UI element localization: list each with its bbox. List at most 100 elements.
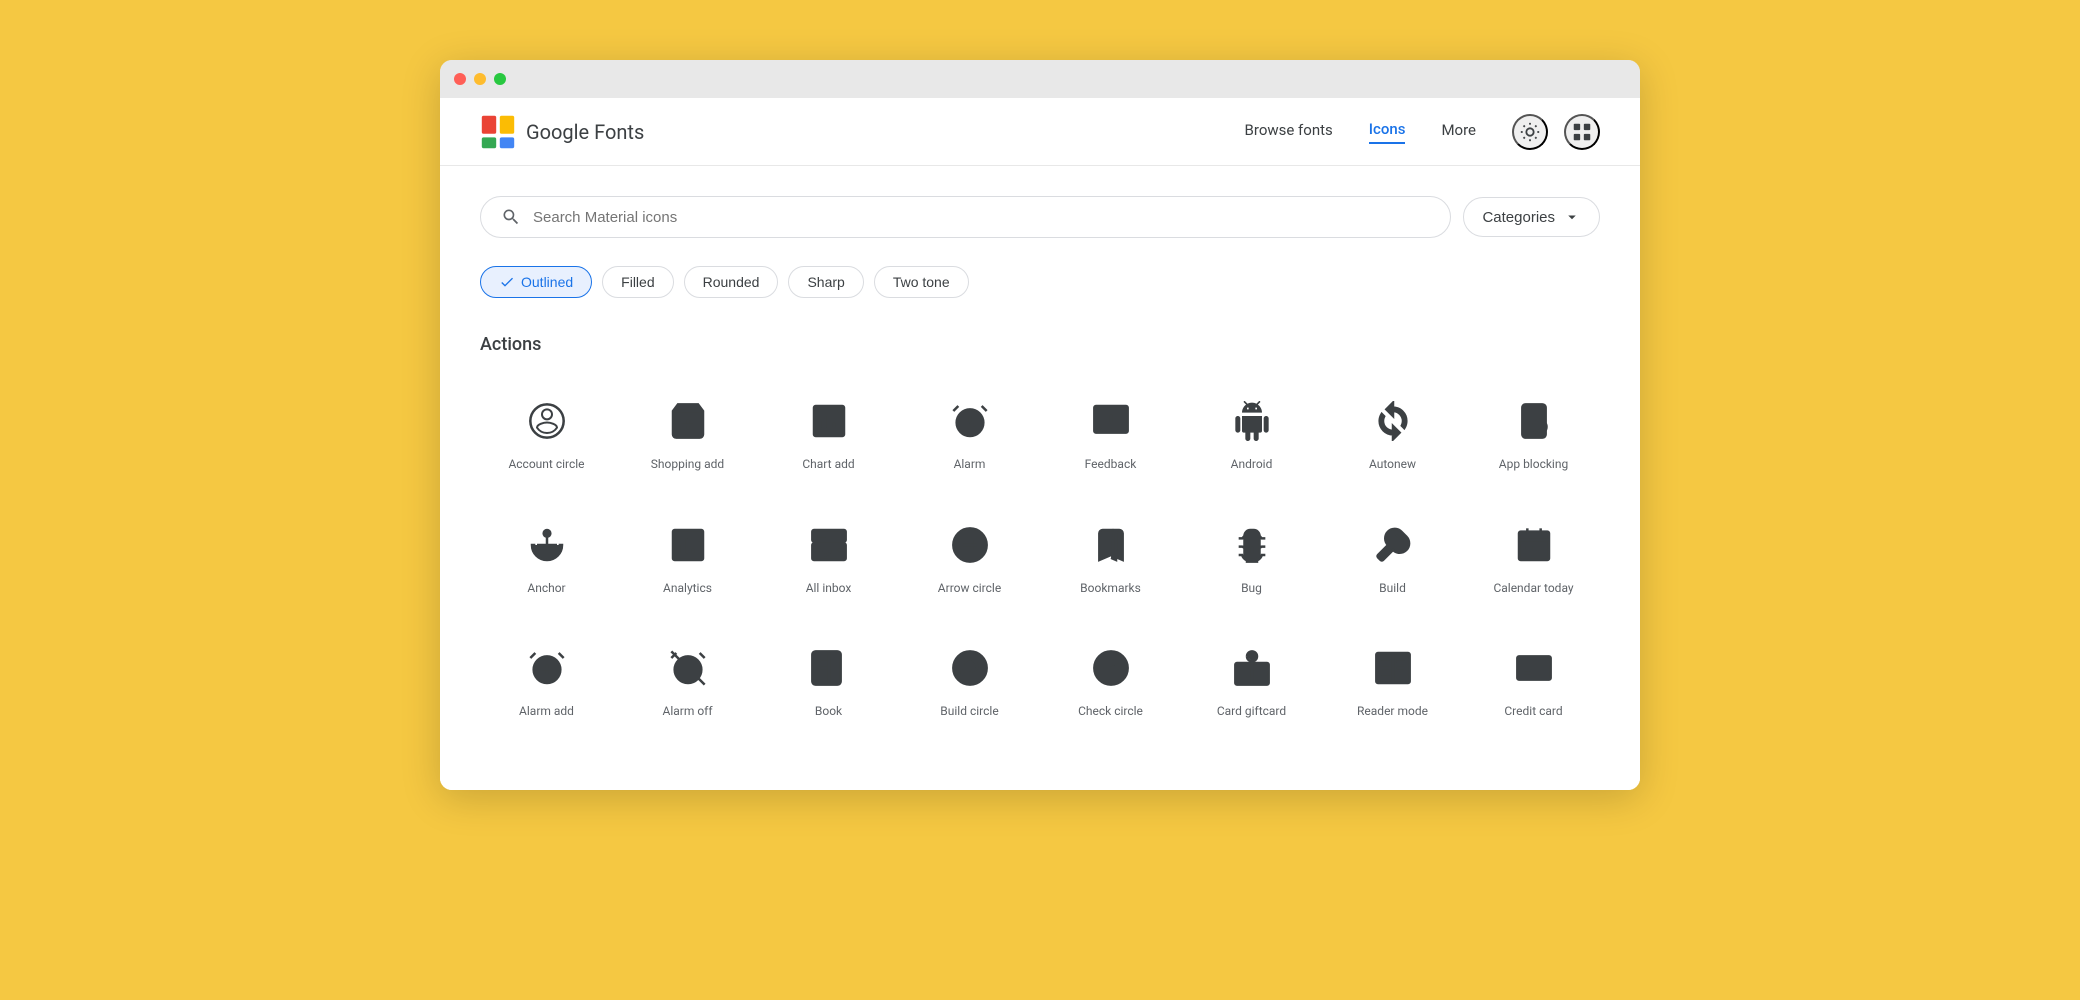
browser-window: Google Fonts Browse fonts Icons More	[440, 60, 1640, 790]
header: Google Fonts Browse fonts Icons More	[440, 98, 1640, 166]
app-blocking-icon	[1514, 401, 1554, 441]
icon-calendar-today[interactable]: Calendar today	[1467, 503, 1600, 611]
icon-alarm-label: Alarm	[954, 457, 986, 473]
analytics-icon	[668, 525, 708, 565]
browser-dot-yellow[interactable]	[474, 73, 486, 85]
icon-build-circle[interactable]: Build circle	[903, 626, 1036, 734]
grid-view-button[interactable]	[1564, 114, 1600, 150]
reader-mode-icon	[1373, 648, 1413, 688]
icon-reader-mode[interactable]: Reader mode	[1326, 626, 1459, 734]
chip-twotone-label: Two tone	[893, 274, 950, 290]
icon-analytics[interactable]: Analytics	[621, 503, 754, 611]
icon-analytics-label: Analytics	[663, 581, 712, 597]
icon-bug[interactable]: Bug	[1185, 503, 1318, 611]
icon-arrow-circle[interactable]: Arrow circle	[903, 503, 1036, 611]
alarm-icon	[950, 401, 990, 441]
credit-card-icon	[1514, 648, 1554, 688]
icon-bookmarks[interactable]: Bookmarks	[1044, 503, 1177, 611]
icon-autonew-label: Autonew	[1369, 457, 1416, 473]
check-icon	[499, 274, 515, 290]
icon-credit-card[interactable]: Credit card	[1467, 626, 1600, 734]
icon-card-giftcard[interactable]: Card giftcard	[1185, 626, 1318, 734]
icon-shopping-add[interactable]: Shopping add	[621, 379, 754, 487]
alarm-add-icon	[527, 648, 567, 688]
icon-build[interactable]: Build	[1326, 503, 1459, 611]
icon-autonew[interactable]: Autonew	[1326, 379, 1459, 487]
icon-feedback-label: Feedback	[1085, 457, 1137, 473]
categories-button[interactable]: Categories	[1463, 197, 1600, 237]
shopping-add-icon	[668, 401, 708, 441]
icon-check-circle[interactable]: Check circle	[1044, 626, 1177, 734]
icon-chart-add[interactable]: Chart add	[762, 379, 895, 487]
icon-all-inbox[interactable]: All inbox	[762, 503, 895, 611]
chip-sharp-label: Sharp	[807, 274, 844, 290]
icon-alarm-off-label: Alarm off	[662, 704, 712, 720]
build-circle-icon	[950, 648, 990, 688]
section-title: Actions	[480, 334, 1600, 355]
icon-app-blocking-label: App blocking	[1499, 457, 1568, 473]
search-input[interactable]	[533, 209, 1430, 226]
nav-browse-fonts[interactable]: Browse fonts	[1245, 121, 1333, 143]
page-content: Google Fonts Browse fonts Icons More	[440, 98, 1640, 790]
chip-filled-label: Filled	[621, 274, 654, 290]
chip-twotone[interactable]: Two tone	[874, 266, 969, 298]
main-content: Categories Outlined Filled	[440, 166, 1640, 790]
nav-more[interactable]: More	[1441, 121, 1476, 143]
arrow-circle-icon	[950, 525, 990, 565]
chip-rounded[interactable]: Rounded	[684, 266, 779, 298]
icon-calendar-today-label: Calendar today	[1493, 581, 1573, 597]
icon-credit-card-label: Credit card	[1504, 704, 1562, 720]
all-inbox-icon	[809, 525, 849, 565]
icon-bug-label: Bug	[1241, 581, 1262, 597]
main-nav: Browse fonts Icons More	[1245, 120, 1476, 144]
book-icon	[809, 648, 849, 688]
icon-feedback[interactable]: Feedback	[1044, 379, 1177, 487]
icon-alarm-off[interactable]: Alarm off	[621, 626, 754, 734]
alarm-off-icon	[668, 648, 708, 688]
chip-outlined[interactable]: Outlined	[480, 266, 592, 298]
icon-reader-mode-label: Reader mode	[1357, 704, 1428, 720]
browser-dot-red[interactable]	[454, 73, 466, 85]
autonew-icon	[1373, 401, 1413, 441]
filter-chips: Outlined Filled Rounded Sharp Two tone	[480, 266, 1600, 298]
icon-app-blocking[interactable]: App blocking	[1467, 379, 1600, 487]
search-icon	[501, 207, 521, 227]
build-icon	[1373, 525, 1413, 565]
card-giftcard-icon	[1232, 648, 1272, 688]
calendar-today-icon	[1514, 525, 1554, 565]
chart-add-icon	[809, 401, 849, 441]
categories-label: Categories	[1482, 209, 1555, 226]
check-circle-icon	[1091, 648, 1131, 688]
icon-alarm-add-label: Alarm add	[519, 704, 574, 720]
browser-dot-green[interactable]	[494, 73, 506, 85]
chip-outlined-label: Outlined	[521, 274, 573, 290]
icon-alarm-add[interactable]: Alarm add	[480, 626, 613, 734]
icon-grid-row3: Alarm add Alarm off	[480, 626, 1600, 734]
account-circle-icon	[527, 401, 567, 441]
icon-account-circle-label: Account circle	[508, 457, 584, 473]
search-bar[interactable]	[480, 196, 1451, 238]
icon-anchor-label: Anchor	[527, 581, 565, 597]
icon-grid-row2: Anchor Analytics	[480, 503, 1600, 611]
dark-mode-button[interactable]	[1512, 114, 1548, 150]
feedback-icon	[1091, 401, 1131, 441]
icon-account-circle[interactable]: Account circle	[480, 379, 613, 487]
icon-check-circle-label: Check circle	[1078, 704, 1143, 720]
icon-chart-add-label: Chart add	[802, 457, 854, 473]
chip-rounded-label: Rounded	[703, 274, 760, 290]
dark-mode-icon	[1519, 121, 1541, 143]
chip-filled[interactable]: Filled	[602, 266, 673, 298]
android-icon	[1232, 401, 1272, 441]
icon-alarm[interactable]: Alarm	[903, 379, 1036, 487]
icon-card-giftcard-label: Card giftcard	[1217, 704, 1286, 720]
search-row: Categories	[480, 196, 1600, 238]
icon-android[interactable]: Android	[1185, 379, 1318, 487]
icon-anchor[interactable]: Anchor	[480, 503, 613, 611]
grid-icon	[1571, 121, 1593, 143]
browser-chrome	[440, 60, 1640, 98]
chip-sharp[interactable]: Sharp	[788, 266, 863, 298]
icon-android-label: Android	[1231, 457, 1273, 473]
icon-book[interactable]: Book	[762, 626, 895, 734]
icon-bookmarks-label: Bookmarks	[1080, 581, 1141, 597]
nav-icons[interactable]: Icons	[1369, 120, 1406, 144]
